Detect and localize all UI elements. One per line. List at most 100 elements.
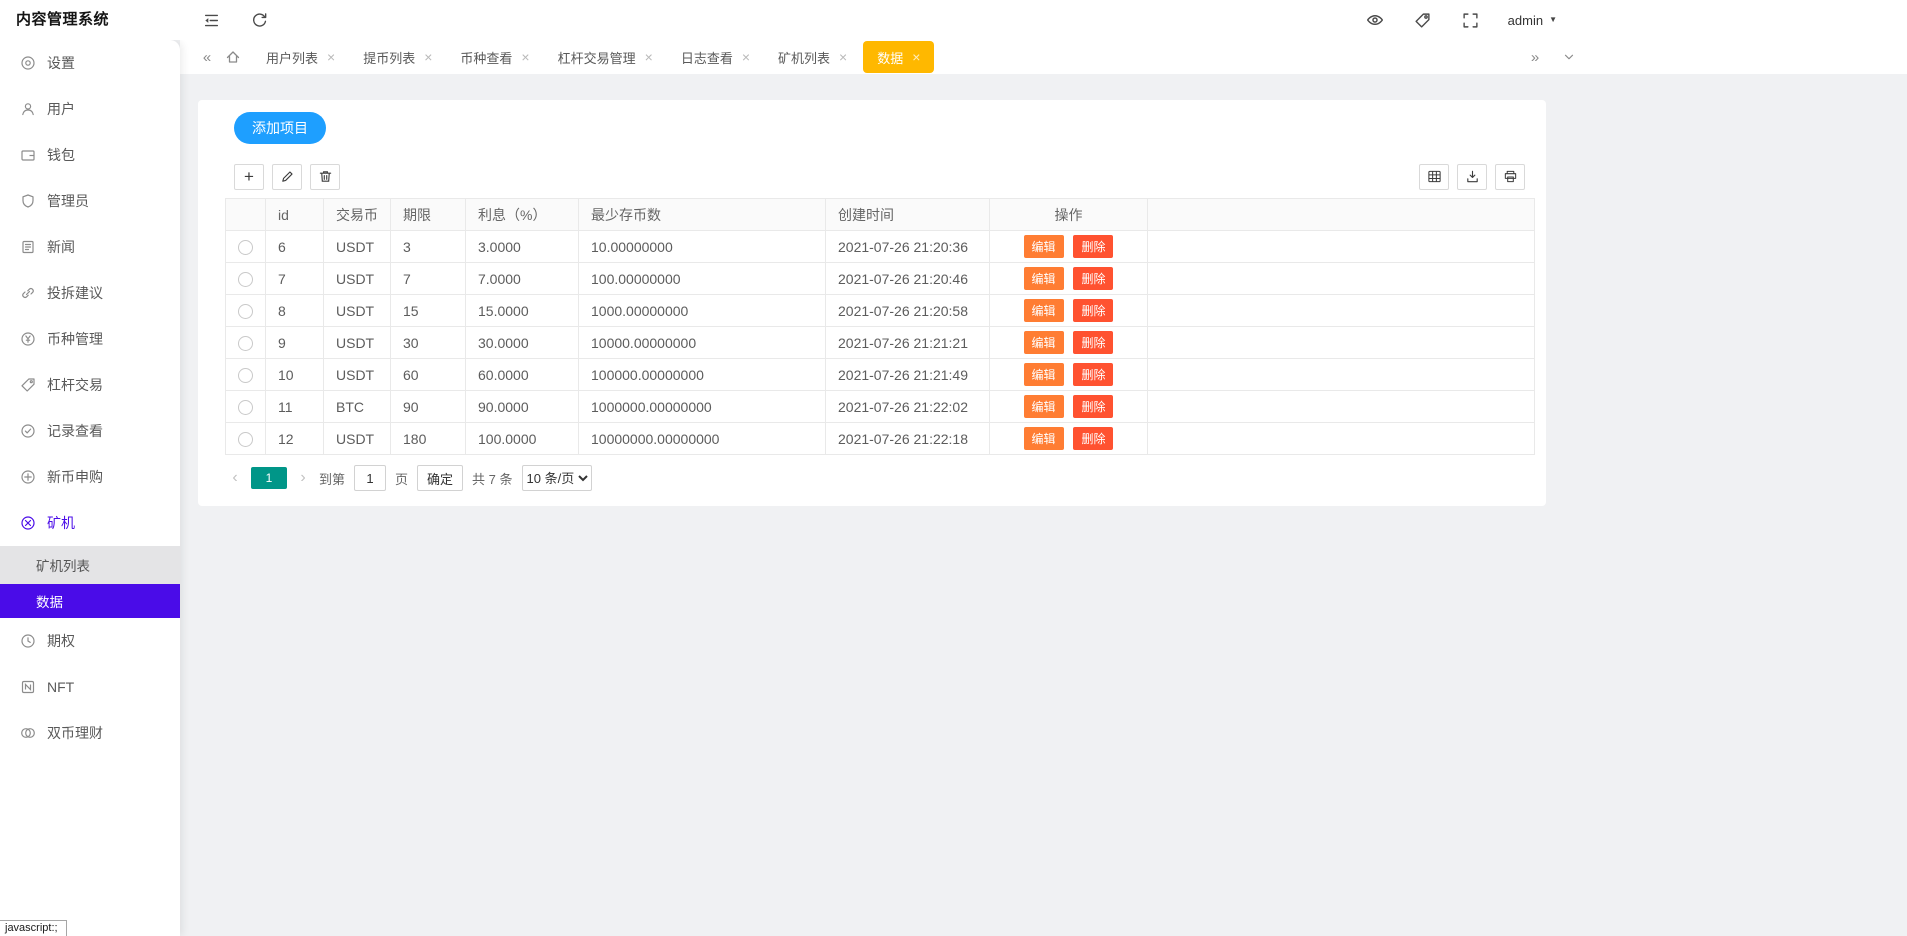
next-page-button[interactable]: › [296, 469, 310, 487]
tab-label: 提币列表 [363, 48, 415, 67]
sidebar-item-users[interactable]: 用户 [0, 86, 180, 132]
confirm-page-button[interactable]: 确定 [417, 465, 463, 491]
app-title: 内容管理系统 [16, 0, 109, 40]
page-size-select[interactable]: 10 条/页 [522, 465, 592, 491]
prev-page-button[interactable]: ‹ [228, 469, 242, 487]
close-icon[interactable]: × [742, 50, 750, 64]
cell-filler [1148, 263, 1535, 295]
edit-button[interactable]: 编辑 [1024, 395, 1064, 418]
table-row: 8 USDT 15 15.0000 1000.00000000 2021-07-… [226, 295, 1535, 327]
print-icon[interactable] [1495, 164, 1525, 190]
tab-item[interactable]: 矿机列表 × [764, 40, 861, 74]
main-area: 添加项目 + [180, 74, 1907, 936]
add-item-button[interactable]: 添加项目 [234, 112, 326, 144]
news-icon [20, 239, 36, 255]
plus-icon: + [244, 168, 254, 185]
sidebar-item-dual-finance[interactable]: 双币理财 [0, 710, 180, 756]
cell-filler [1148, 327, 1535, 359]
row-radio[interactable] [238, 400, 253, 415]
close-icon[interactable]: × [645, 50, 653, 64]
header-interest: 利息（%） [466, 199, 579, 231]
sidebar-item-options[interactable]: 期权 [0, 618, 180, 664]
edit-button[interactable]: 编辑 [1024, 363, 1064, 386]
delete-button[interactable]: 删除 [1073, 267, 1113, 290]
delete-button[interactable]: 删除 [1073, 427, 1113, 450]
delete-button[interactable]: 删除 [1073, 299, 1113, 322]
delete-button[interactable]: 删除 [1073, 395, 1113, 418]
close-icon[interactable]: × [424, 50, 432, 64]
sidebar-item-settings[interactable]: 设置 [0, 40, 180, 86]
cell-created-at: 2021-07-26 21:20:46 [826, 263, 990, 295]
row-radio[interactable] [238, 240, 253, 255]
users-icon [20, 101, 36, 117]
edit-button[interactable]: 编辑 [1024, 267, 1064, 290]
edit-button[interactable]: 编辑 [1024, 331, 1064, 354]
square-icon [20, 679, 36, 695]
user-menu[interactable]: admin ▼ [1508, 13, 1557, 28]
close-icon[interactable]: × [839, 50, 847, 64]
edit-button[interactable]: 编辑 [1024, 299, 1064, 322]
row-radio[interactable] [238, 336, 253, 351]
tab-item[interactable]: 币种查看 × [446, 40, 543, 74]
close-icon[interactable]: × [521, 50, 529, 64]
tab-item[interactable]: 杠杆交易管理 × [544, 40, 667, 74]
home-tab-button[interactable] [220, 40, 246, 74]
delete-button[interactable]: 删除 [1073, 363, 1113, 386]
sidebar-item-nft[interactable]: NFT [0, 664, 180, 710]
sidebar-item-miner[interactable]: 矿机 [0, 500, 180, 546]
sidebar-item-records[interactable]: 记录查看 [0, 408, 180, 454]
header-coin: 交易币 [324, 199, 391, 231]
row-radio[interactable] [238, 304, 253, 319]
row-radio[interactable] [238, 272, 253, 287]
eye-icon[interactable] [1364, 9, 1386, 31]
sidebar-item-feedback[interactable]: 投拆建议 [0, 270, 180, 316]
cell-created-at: 2021-07-26 21:21:21 [826, 327, 990, 359]
check-circle-icon [20, 423, 36, 439]
close-icon[interactable]: × [327, 50, 335, 64]
cell-term: 30 [391, 327, 466, 359]
export-icon[interactable] [1457, 164, 1487, 190]
edit-button[interactable]: 编辑 [1024, 235, 1064, 258]
sidebar-item-leverage-trading[interactable]: 杠杆交易 [0, 362, 180, 408]
filter-columns-icon[interactable] [1419, 164, 1449, 190]
cell-term: 90 [391, 391, 466, 423]
total-count: 共 7 条 [472, 469, 512, 488]
tab-item[interactable]: 日志查看 × [667, 40, 764, 74]
sidebar-item-admins[interactable]: 管理员 [0, 178, 180, 224]
header-id: id [266, 199, 324, 231]
sidebar-item-new-coin-subscription[interactable]: 新币申购 [0, 454, 180, 500]
scroll-tabs-right-button[interactable]: » [1522, 40, 1548, 74]
delete-button[interactable]: 删除 [1073, 331, 1113, 354]
sidebar-subitem-miner-list[interactable]: 矿机列表 [0, 546, 180, 584]
tabs-menu-dropdown[interactable] [1556, 40, 1582, 74]
add-row-button[interactable]: + [234, 164, 264, 190]
cell-filler [1148, 231, 1535, 263]
cell-id: 10 [266, 359, 324, 391]
sidebar-item-wallet[interactable]: 钱包 [0, 132, 180, 178]
goto-page-input[interactable] [354, 465, 386, 491]
row-radio[interactable] [238, 368, 253, 383]
row-radio[interactable] [238, 432, 253, 447]
scroll-tabs-left-button[interactable]: « [194, 40, 220, 74]
tab-item-active[interactable]: 数据 × [863, 41, 934, 73]
delete-row-button[interactable] [310, 164, 340, 190]
header-created-at: 创建时间 [826, 199, 990, 231]
collapse-sidebar-icon[interactable] [200, 9, 222, 31]
sidebar-item-currency-management[interactable]: 币种管理 [0, 316, 180, 362]
tag-icon[interactable] [1412, 9, 1434, 31]
tag-icon [20, 377, 36, 393]
fullscreen-icon[interactable] [1460, 9, 1482, 31]
sidebar-item-news[interactable]: 新闻 [0, 224, 180, 270]
edit-button[interactable]: 编辑 [1024, 427, 1064, 450]
sidebar-subitem-data[interactable]: 数据 [0, 584, 180, 618]
cell-interest: 30.0000 [466, 327, 579, 359]
delete-button[interactable]: 删除 [1073, 235, 1113, 258]
table-row: 11 BTC 90 90.0000 1000000.00000000 2021-… [226, 391, 1535, 423]
tab-item[interactable]: 提币列表 × [349, 40, 446, 74]
current-page[interactable]: 1 [251, 467, 287, 489]
tab-item[interactable]: 用户列表 × [252, 40, 349, 74]
cell-coin: USDT [324, 359, 391, 391]
close-icon[interactable]: × [912, 50, 920, 64]
edit-row-button[interactable] [272, 164, 302, 190]
refresh-icon[interactable] [248, 9, 270, 31]
